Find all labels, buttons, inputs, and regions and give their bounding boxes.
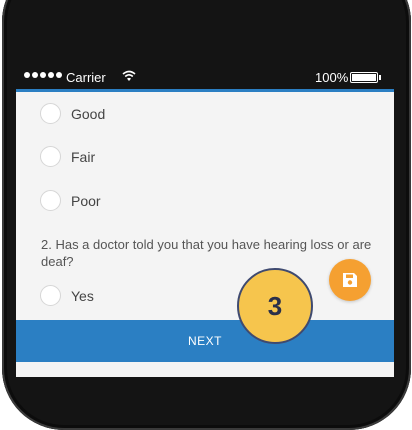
wifi-icon: [122, 70, 136, 81]
next-button[interactable]: NEXT: [16, 320, 394, 362]
save-button[interactable]: [329, 259, 371, 301]
option-label: Good: [71, 105, 106, 122]
radio-button[interactable]: [40, 190, 61, 211]
radio-button[interactable]: [40, 285, 61, 306]
option-label: Fair: [71, 148, 96, 165]
battery-percentage: 100%: [315, 70, 349, 85]
radio-button[interactable]: [40, 146, 61, 167]
step-badge: 3: [237, 268, 313, 344]
signal-dots-icon: [24, 72, 62, 78]
battery-icon: [350, 72, 381, 83]
app-screen: Carrier 100% Good Fair Poor 2. Has a doc…: [16, 66, 394, 377]
header-accent-bar: [16, 89, 394, 92]
option-label: Yes: [71, 287, 94, 304]
option-fair[interactable]: Fair: [40, 146, 95, 167]
option-yes[interactable]: Yes: [40, 285, 94, 306]
save-icon: [343, 273, 357, 287]
status-bar: Carrier 100%: [16, 66, 394, 89]
radio-button[interactable]: [40, 103, 61, 124]
option-label: Poor: [71, 192, 101, 209]
option-good[interactable]: Good: [40, 103, 105, 124]
option-poor[interactable]: Poor: [40, 190, 101, 211]
carrier-label: Carrier: [66, 70, 106, 85]
